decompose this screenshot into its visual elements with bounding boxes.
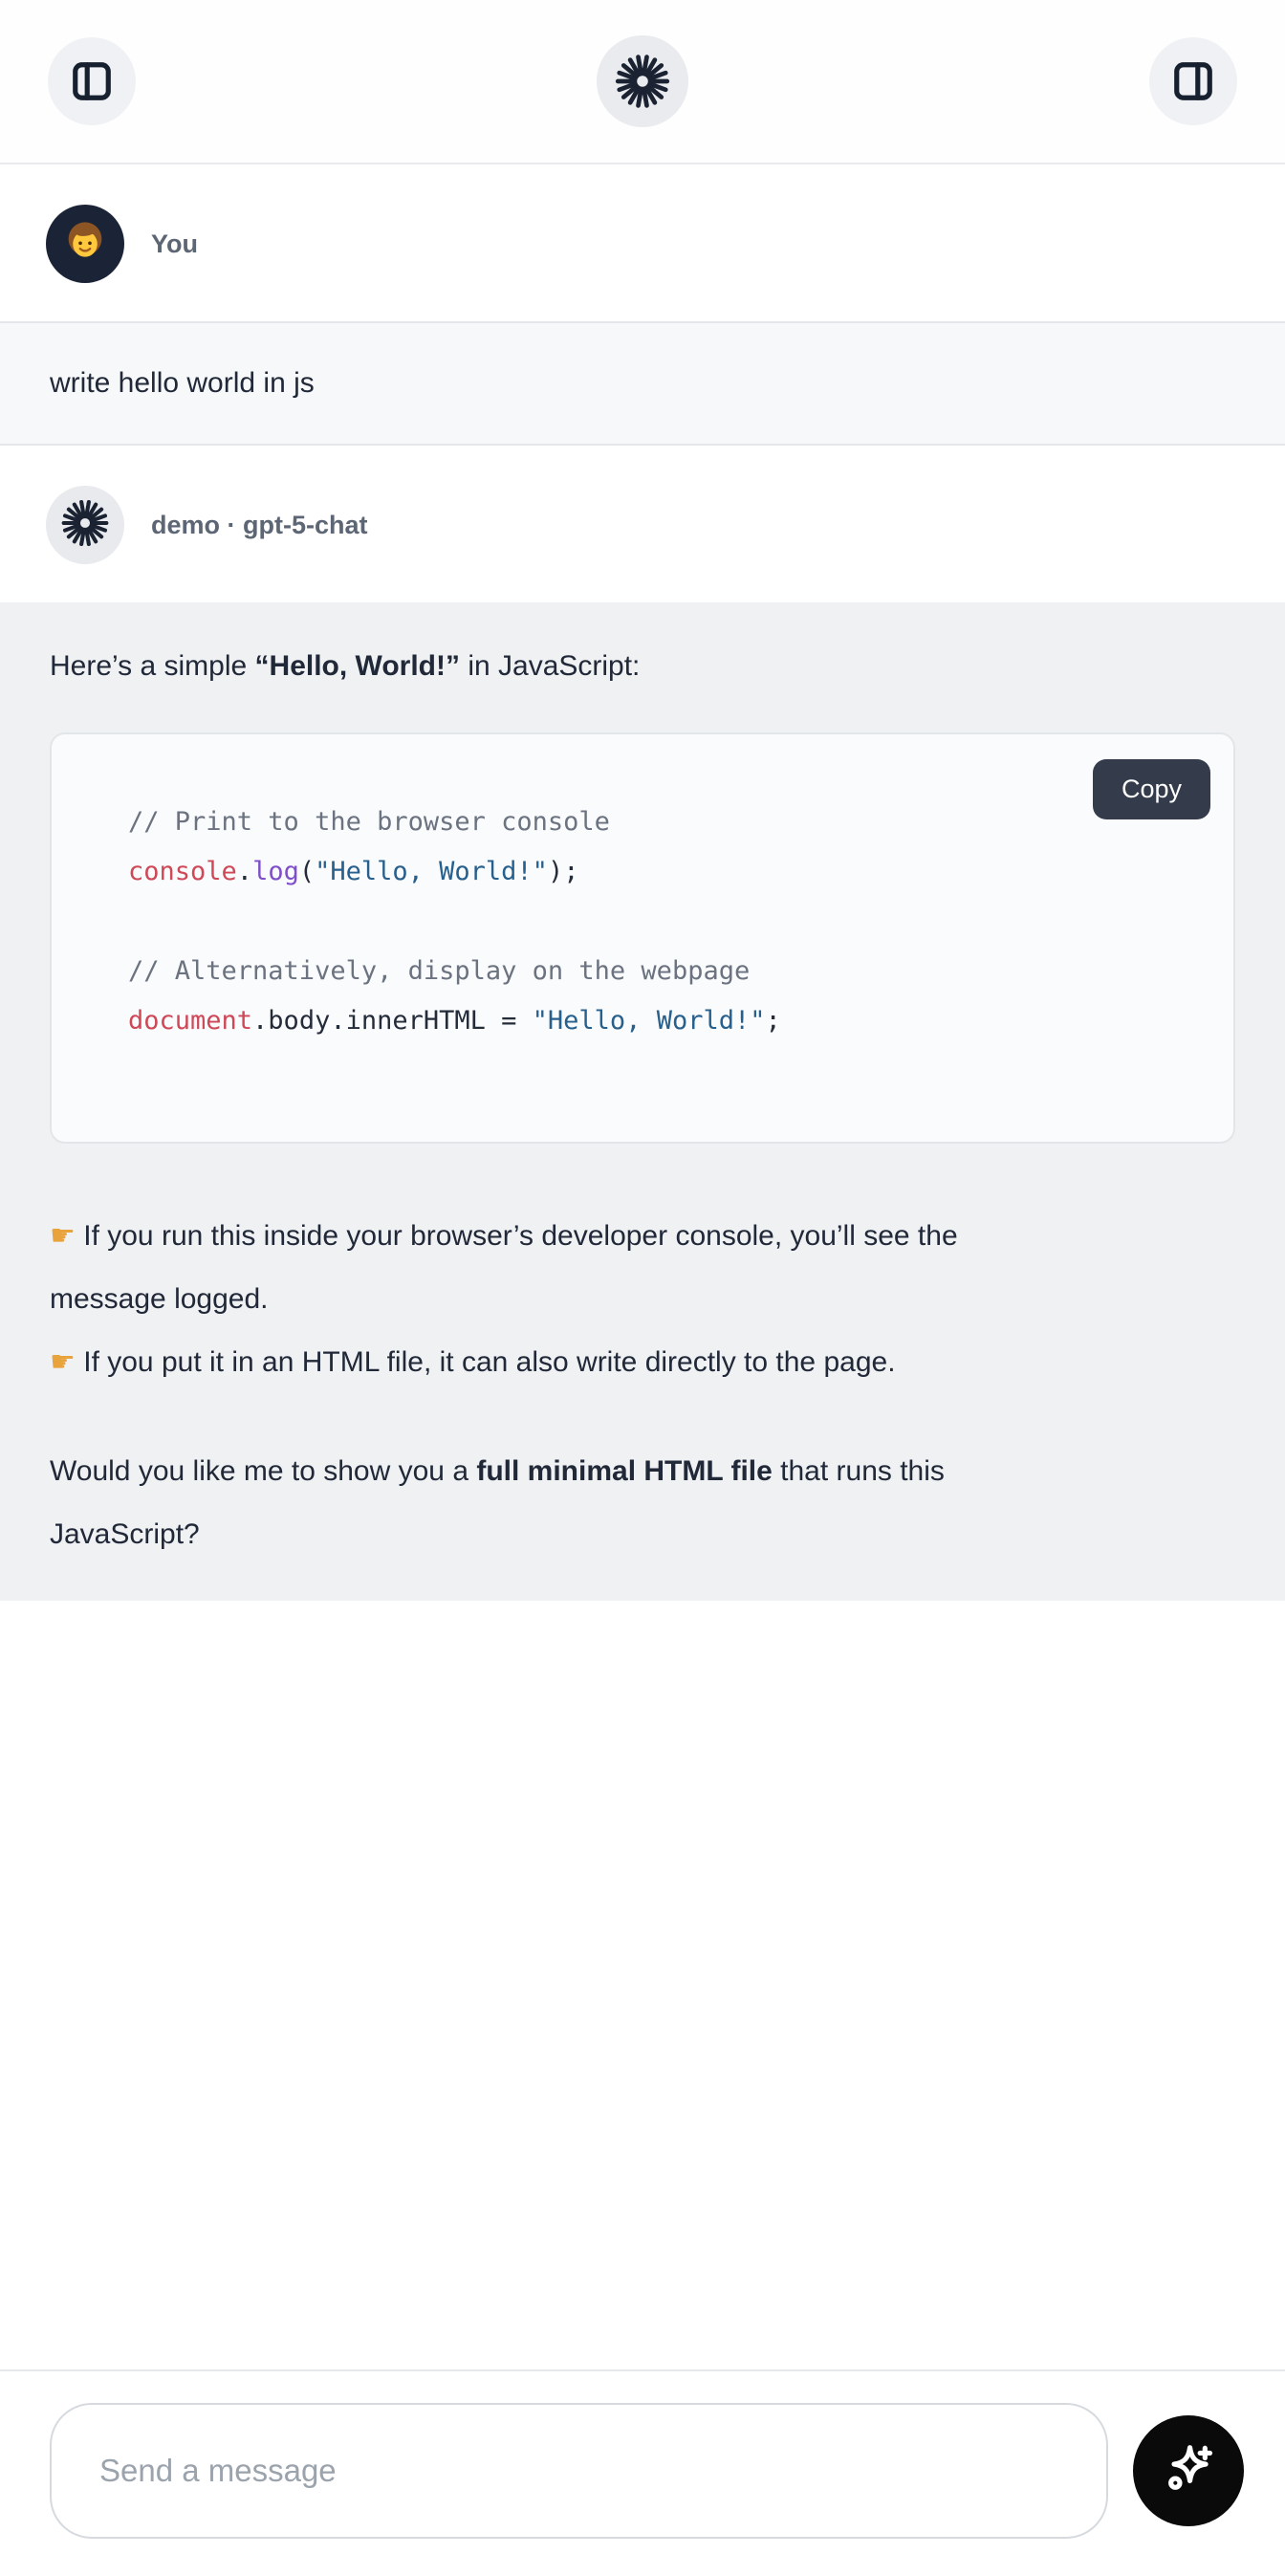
assistant-avatar: [46, 486, 124, 564]
assistant-question-text: Would you like me to show you a full min…: [50, 1440, 1015, 1566]
assistant-intro-text: Here’s a simple “Hello, World!” in JavaS…: [50, 635, 1015, 698]
right-panel-toggle-button[interactable]: [1149, 37, 1237, 125]
message-input[interactable]: [50, 2403, 1108, 2539]
assistant-model-label: demo · gpt-5-chat: [151, 511, 368, 540]
starburst-icon: [614, 53, 671, 110]
panel-left-icon: [70, 59, 114, 103]
assistant-message: Here’s a simple “Hello, World!” in JavaS…: [0, 602, 1285, 1601]
app-logo-button[interactable]: [597, 35, 688, 127]
user-turn-header: You: [0, 164, 1285, 321]
user-avatar: [46, 205, 124, 283]
assistant-tips-text: ☛ If you run this inside your browser’s …: [50, 1205, 1015, 1394]
sidebar-toggle-button[interactable]: [48, 37, 136, 125]
code-block: Copy // Print to the browser consolecons…: [50, 732, 1235, 1144]
composer-bar: [0, 2369, 1285, 2576]
top-bar: [0, 0, 1285, 164]
copy-code-button[interactable]: Copy: [1093, 759, 1210, 819]
panel-right-icon: [1171, 59, 1215, 103]
user-message: write hello world in js: [0, 321, 1285, 446]
sparkles-icon: [1159, 2440, 1218, 2502]
starburst-icon: [60, 498, 110, 553]
assistant-turn-header: demo · gpt-5-chat: [0, 446, 1285, 602]
person-emoji-icon: [60, 217, 110, 272]
chat-scroll-area[interactable]: You write hello world in js demo · gpt-5…: [0, 164, 1285, 1601]
user-author-label: You: [151, 229, 198, 259]
code-content[interactable]: // Print to the browser consoleconsole.l…: [52, 734, 1233, 1142]
send-button[interactable]: [1133, 2415, 1244, 2526]
user-message-text: write hello world in js: [50, 352, 1015, 415]
